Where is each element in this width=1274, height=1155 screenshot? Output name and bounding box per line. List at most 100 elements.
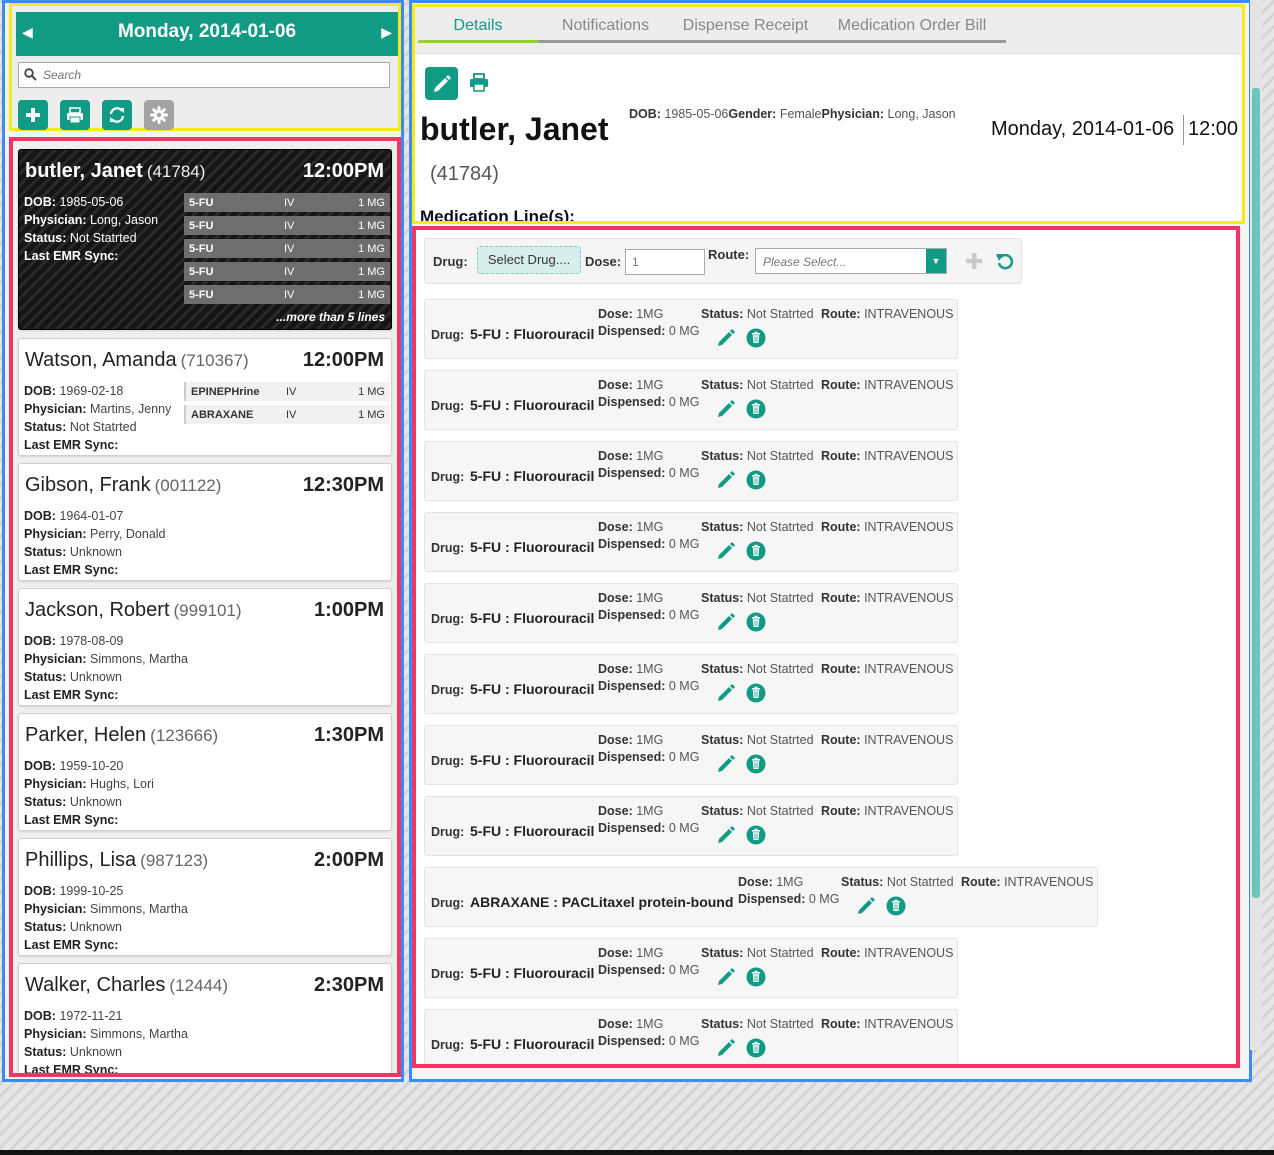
printer-icon[interactable] bbox=[469, 73, 489, 92]
settings-button[interactable] bbox=[144, 100, 174, 130]
medication-summary: 5-FU IV 1 MG 5-FU IV 1 MG 5-FU IV 1 MG 5-FU IV 1… bbox=[184, 193, 390, 308]
pencil-icon[interactable] bbox=[716, 399, 736, 424]
trash-icon[interactable] bbox=[746, 399, 766, 424]
patient-demographics: DOB: 1985-05-06Gender: FemalePhysician: … bbox=[629, 107, 956, 121]
drug-name: 5-FU : Fluorouracil bbox=[470, 752, 595, 768]
trash-icon[interactable] bbox=[746, 1038, 766, 1063]
patient-id: (987123) bbox=[140, 851, 209, 870]
patient-status: Unknown bbox=[69, 670, 122, 684]
status-text: Status: Not Statrted bbox=[701, 733, 814, 747]
drug-label: Drug: bbox=[431, 825, 465, 839]
status-value: Not Statrted bbox=[746, 591, 814, 605]
route-value: INTRAVENOUS bbox=[864, 1017, 954, 1031]
route-value: INTRAVENOUS bbox=[864, 449, 954, 463]
patient-physician: Perry, Donald bbox=[90, 527, 166, 541]
medication-line: Drug: 5-FU : Fluorouracil Dose: 1MG Dispens… bbox=[424, 370, 958, 430]
dispensed-text: Dispensed: 0 MG bbox=[598, 750, 700, 764]
drug-label: Drug: bbox=[431, 683, 465, 697]
scrollbar-thumb[interactable] bbox=[1252, 88, 1260, 898]
patient-card-selected[interactable]: butler, Janet (41784) 12:00PM DOB: 1985-0… bbox=[18, 149, 392, 330]
dose-input[interactable] bbox=[625, 249, 705, 275]
patient-info: DOB: 1985-05-06 Physician: Long, Jason S… bbox=[24, 195, 159, 263]
drug-name: 5-FU : Fluorouracil bbox=[470, 610, 595, 626]
patient-card[interactable]: Gibson, Frank (001122) 12:30PM DOB: 1964-… bbox=[18, 463, 392, 581]
undo-icon[interactable] bbox=[995, 251, 1015, 271]
search-field[interactable] bbox=[18, 62, 390, 88]
pencil-icon[interactable] bbox=[716, 612, 736, 637]
status-text: Status: Not Statrted bbox=[701, 1017, 814, 1031]
patient-physician: Long, Jason bbox=[90, 213, 159, 227]
patient-card[interactable]: Phillips, Lisa (987123) 2:00PM DOB: 1999-… bbox=[18, 838, 392, 956]
trash-icon[interactable] bbox=[746, 754, 766, 779]
route-select[interactable]: Please Select... ▼ bbox=[755, 248, 947, 274]
route-value: INTRAVENOUS bbox=[864, 591, 954, 605]
dose-value: 1MG bbox=[636, 946, 664, 960]
patient-card[interactable]: Parker, Helen (123666) 1:30PM DOB: 1959-1… bbox=[18, 713, 392, 831]
status-text: Status: Not Statrted bbox=[701, 591, 814, 605]
chevron-down-icon[interactable]: ▼ bbox=[926, 249, 946, 273]
add-medication-form: Drug: Select Drug.... Dose: Route: Pleas… bbox=[424, 238, 1022, 284]
select-drug-button[interactable]: Select Drug.... bbox=[477, 246, 581, 274]
pencil-icon[interactable] bbox=[716, 683, 736, 708]
trash-icon[interactable] bbox=[886, 896, 906, 921]
route-text: Route: INTRAVENOUS bbox=[821, 662, 954, 676]
patient-card[interactable]: Walker, Charles (12444) 2:30PM DOB: 1972-… bbox=[18, 963, 392, 1073]
medication-line: Drug: 5-FU : Fluorouracil Dose: 1MG Dispens… bbox=[424, 938, 958, 998]
patient-detail-header: Details Notifications Dispense Receipt M… bbox=[412, 4, 1245, 224]
trash-icon[interactable] bbox=[746, 612, 766, 637]
pencil-icon[interactable] bbox=[716, 754, 736, 779]
tab-details[interactable]: Details bbox=[418, 15, 538, 43]
refresh-button[interactable] bbox=[102, 100, 132, 130]
pencil-icon[interactable] bbox=[716, 541, 736, 566]
trash-icon[interactable] bbox=[746, 470, 766, 495]
edit-patient-button[interactable] bbox=[425, 67, 458, 100]
print-button[interactable] bbox=[60, 100, 90, 130]
pencil-icon[interactable] bbox=[856, 896, 876, 921]
next-day-icon[interactable]: ▶ bbox=[381, 24, 392, 41]
route-value: INTRAVENOUS bbox=[1004, 875, 1094, 889]
tab-notifications[interactable]: Notifications bbox=[538, 15, 673, 43]
medication-summary-row: 5-FU IV 1 MG bbox=[184, 193, 390, 212]
medication-lines-panel: Drug: Select Drug.... Dose: Route: Pleas… bbox=[412, 226, 1240, 1068]
tab-bar: Details Notifications Dispense Receipt M… bbox=[415, 7, 1242, 55]
trash-icon[interactable] bbox=[746, 541, 766, 566]
dispensed-value: 0 MG bbox=[668, 537, 700, 551]
dose-text: Dose: 1MG bbox=[598, 733, 664, 747]
status-text: Status: Not Statrted bbox=[701, 662, 814, 676]
route-text: Route: INTRAVENOUS bbox=[821, 1017, 954, 1031]
appointment-time: 12:00PM bbox=[302, 349, 384, 371]
patient-card[interactable]: Watson, Amanda (710367) 12:00PM DOB: 1969… bbox=[18, 338, 392, 456]
patient-dob: 1999-10-25 bbox=[59, 884, 124, 898]
search-input[interactable] bbox=[41, 66, 381, 84]
trash-icon[interactable] bbox=[746, 683, 766, 708]
patient-id: (12444) bbox=[169, 976, 229, 995]
medication-line: Drug: ABRAXANE : PACLitaxel protein-bound… bbox=[424, 867, 1098, 927]
dose-value: 1MG bbox=[636, 733, 664, 747]
status-value: Not Statrted bbox=[746, 733, 814, 747]
route-value: INTRAVENOUS bbox=[864, 307, 954, 321]
dispensed-value: 0 MG bbox=[668, 466, 700, 480]
add-line-button[interactable]: ✚ bbox=[965, 249, 983, 275]
drug-label: Drug: bbox=[431, 470, 465, 484]
patient-info: DOB: 1969-02-18 Physician: Martins, Jenn… bbox=[24, 384, 172, 452]
refresh-icon bbox=[109, 107, 125, 123]
patient-list-panel: ◀ Monday, 2014-01-06 ▶ Search butler, Ja… bbox=[2, 0, 404, 1082]
pencil-icon[interactable] bbox=[716, 967, 736, 992]
pencil-icon[interactable] bbox=[716, 1038, 736, 1063]
trash-icon[interactable] bbox=[746, 328, 766, 353]
medication-line: Drug: 5-FU : Fluorouracil Dose: 1MG Dispens… bbox=[424, 583, 958, 643]
appointment-time: 2:00PM bbox=[313, 849, 384, 871]
add-patient-button[interactable] bbox=[18, 100, 48, 130]
tab-medication-order-bill[interactable]: Medication Order Bill bbox=[818, 15, 1006, 43]
pencil-icon[interactable] bbox=[716, 825, 736, 850]
trash-icon[interactable] bbox=[746, 825, 766, 850]
status-value: Not Statrted bbox=[746, 520, 814, 534]
tab-dispense-receipt[interactable]: Dispense Receipt bbox=[673, 15, 818, 43]
patient-card[interactable]: Jackson, Robert (999101) 1:00PM DOB: 1978… bbox=[18, 588, 392, 706]
date-navigator: ◀ Monday, 2014-01-06 ▶ bbox=[16, 12, 398, 56]
pencil-icon[interactable] bbox=[716, 328, 736, 353]
trash-icon[interactable] bbox=[746, 967, 766, 992]
patient-dob: 1985-05-06 bbox=[664, 107, 729, 121]
dispensed-text: Dispensed: 0 MG bbox=[598, 608, 700, 622]
pencil-icon[interactable] bbox=[716, 470, 736, 495]
